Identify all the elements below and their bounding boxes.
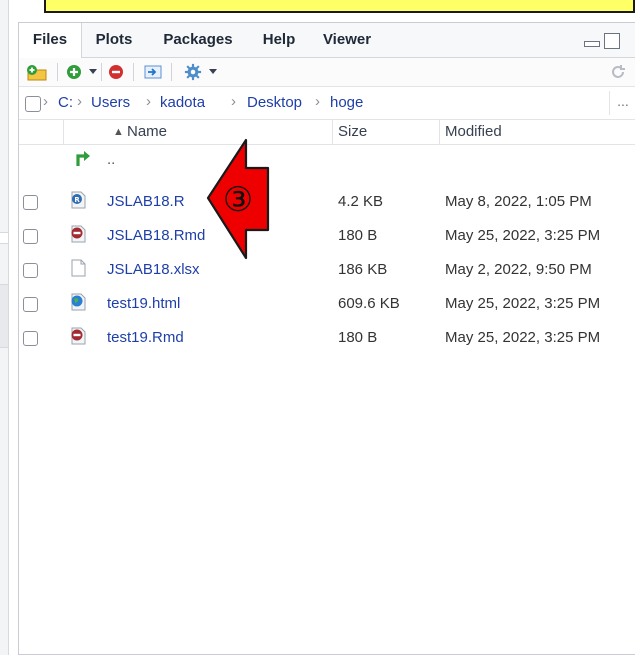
select-all-checkbox[interactable] — [25, 96, 41, 112]
tab-help[interactable]: Help — [255, 23, 303, 57]
breadcrumb-item-drive[interactable]: C: — [58, 94, 73, 111]
column-divider — [63, 120, 64, 144]
new-folder-icon[interactable] — [25, 63, 49, 81]
tab-packages[interactable]: Packages — [153, 23, 243, 57]
rmarkdown-icon — [71, 225, 86, 243]
sort-ascending-icon: ▲ — [113, 126, 124, 138]
breadcrumb-item-kadota[interactable]: kadota — [160, 94, 205, 111]
file-modified: May 25, 2022, 3:25 PM — [445, 227, 601, 244]
refresh-icon[interactable] — [609, 63, 627, 81]
rmarkdown-icon — [71, 327, 86, 345]
file-size: 609.6 KB — [338, 295, 400, 312]
file-checkbox[interactable] — [23, 263, 38, 278]
file-size: 180 B — [338, 227, 378, 244]
svg-text:R: R — [74, 196, 80, 204]
tab-plots[interactable]: Plots — [87, 23, 141, 57]
breadcrumb-separator: › — [146, 93, 151, 110]
file-name-link[interactable]: test19.Rmd — [107, 329, 184, 346]
file-modified: May 25, 2022, 3:25 PM — [445, 329, 601, 346]
annotation-step-label: ③ — [223, 180, 253, 220]
delete-icon[interactable] — [107, 63, 125, 81]
file-checkbox[interactable] — [23, 297, 38, 312]
minimize-icon[interactable] — [584, 41, 600, 47]
annotation-banner — [44, 0, 635, 13]
annotation-arrow: ③ — [206, 138, 270, 260]
breadcrumb-separator: › — [231, 93, 236, 110]
file-row[interactable]: JSLAB18.xlsx 186 KB May 2, 2022, 9:50 PM — [19, 255, 635, 286]
parent-directory-row[interactable]: .. — [19, 145, 635, 176]
files-toolbar — [19, 58, 635, 87]
breadcrumb-separator: › — [43, 93, 48, 110]
column-header-modified[interactable]: Modified — [445, 120, 502, 144]
file-checkbox[interactable] — [23, 229, 38, 244]
file-size: 180 B — [338, 329, 378, 346]
column-divider — [439, 120, 440, 144]
chevron-down-icon[interactable] — [209, 69, 217, 74]
rename-icon[interactable] — [143, 63, 163, 81]
tab-viewer[interactable]: Viewer — [313, 23, 381, 57]
breadcrumb-item-users[interactable]: Users — [91, 94, 130, 111]
breadcrumb: › C: › Users › kadota › Desktop › hoge .… — [19, 87, 635, 120]
maximize-icon[interactable] — [604, 33, 620, 49]
file-modified: May 2, 2022, 9:50 PM — [445, 261, 592, 278]
adjacent-pane-divider — [0, 232, 8, 244]
chevron-down-icon[interactable] — [89, 69, 97, 74]
file-list-header: ▲ Name Size Modified — [19, 120, 635, 145]
breadcrumb-separator: › — [77, 93, 82, 110]
tab-files[interactable]: Files — [19, 23, 82, 58]
files-pane: Files Plots Packages Help Viewer › C: › … — [18, 22, 635, 655]
column-header-name[interactable]: Name — [127, 120, 167, 144]
more-gear-icon[interactable] — [183, 63, 203, 81]
new-blank-file-icon[interactable] — [65, 63, 83, 81]
breadcrumb-item-desktop[interactable]: Desktop — [247, 94, 302, 111]
column-divider — [332, 120, 333, 144]
adjacent-pane-divider — [0, 284, 8, 348]
adjacent-pane-edge — [0, 0, 9, 655]
parent-directory-label[interactable]: .. — [107, 151, 115, 168]
file-modified: May 8, 2022, 1:05 PM — [445, 193, 592, 210]
go-up-arrow-icon — [76, 151, 90, 166]
toolbar-separator — [101, 63, 102, 81]
pane-tab-bar: Files Plots Packages Help Viewer — [19, 23, 635, 58]
column-header-size[interactable]: Size — [338, 120, 367, 144]
file-checkbox[interactable] — [23, 331, 38, 346]
toolbar-separator — [57, 63, 58, 81]
file-size: 186 KB — [338, 261, 388, 278]
file-name-link[interactable]: test19.html — [107, 295, 180, 312]
r-script-icon: R — [71, 191, 86, 209]
breadcrumb-separator: › — [315, 93, 320, 110]
toolbar-separator — [133, 63, 134, 81]
file-row[interactable]: JSLAB18.Rmd 180 B May 25, 2022, 3:25 PM — [19, 221, 635, 252]
file-row[interactable]: test19.Rmd 180 B May 25, 2022, 3:25 PM — [19, 323, 635, 354]
html-globe-icon — [71, 293, 86, 311]
file-row[interactable]: R JSLAB18.R 4.2 KB May 8, 2022, 1:05 PM — [19, 187, 635, 218]
file-name-link[interactable]: JSLAB18.R — [107, 193, 185, 210]
pane-window-controls — [584, 33, 626, 49]
toolbar-separator — [171, 63, 172, 81]
file-modified: May 25, 2022, 3:25 PM — [445, 295, 601, 312]
breadcrumb-item-hoge[interactable]: hoge — [330, 94, 363, 111]
file-size: 4.2 KB — [338, 193, 384, 210]
more-path-button[interactable]: ... — [609, 91, 635, 115]
file-row[interactable]: test19.html 609.6 KB May 25, 2022, 3:25 … — [19, 289, 635, 320]
file-checkbox[interactable] — [23, 195, 38, 210]
blank-file-icon — [71, 259, 86, 277]
